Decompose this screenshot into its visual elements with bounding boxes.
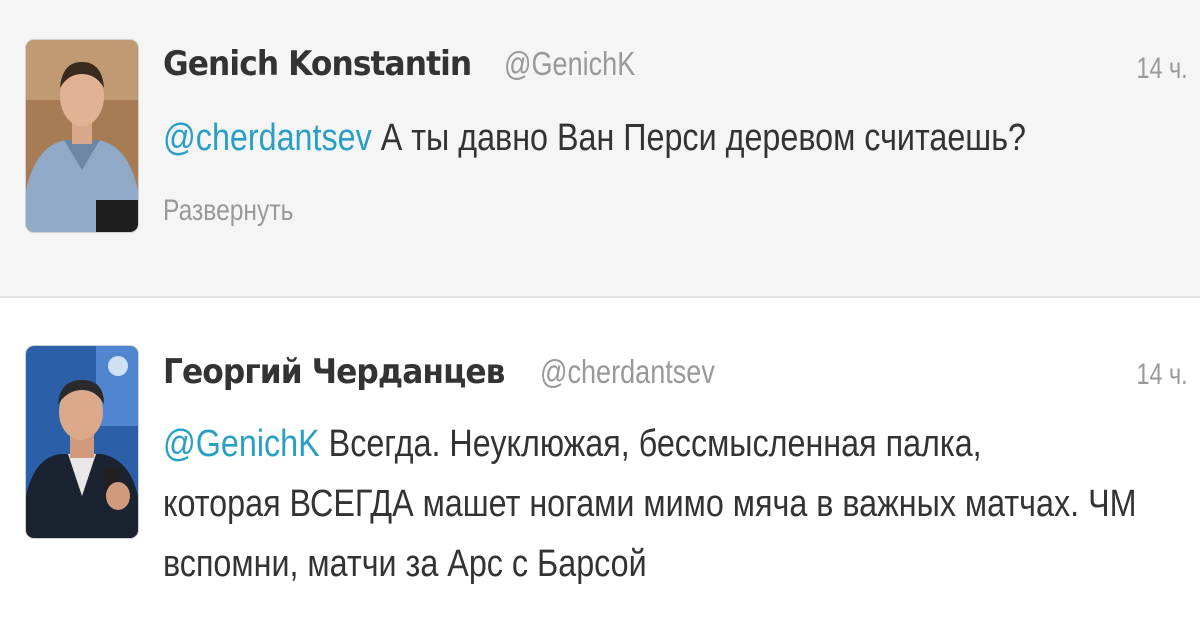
mention-link[interactable]: @cherdantsev <box>163 117 372 159</box>
timestamp[interactable]: 14 ч. <box>1137 52 1188 86</box>
author-handle[interactable]: @cherdantsev <box>540 353 715 391</box>
tweet-2[interactable]: Георгий Черданцев @cherdantsev 14 ч. @Gen… <box>0 298 1200 630</box>
tweet-text: @cherdantsev А ты давно Ван Перси дерево… <box>163 108 1034 168</box>
expand-link[interactable]: Развернуть <box>163 194 293 228</box>
mention-link[interactable]: @GenichK <box>163 423 320 465</box>
avatar[interactable] <box>26 346 138 538</box>
tweet-body: Всегда. Неуклюжая, бессмысленная палка, <box>319 423 982 465</box>
tweet-header: Георгий Черданцев @cherdantsev <box>163 352 754 392</box>
author-handle[interactable]: @GenichK <box>504 45 635 83</box>
tweet-line-3: вспомни, матчи за Арс с Барсой <box>163 543 647 585</box>
tweet-line-1: @GenichK Всегда. Неуклюжая, бессмысленна… <box>163 414 1034 474</box>
author-name[interactable]: Genich Konstantin <box>163 44 472 84</box>
tweet-line-2: которая ВСЕГДА машет ногами мимо мяча в … <box>163 483 1137 525</box>
tweet-header: Genich Konstantin @GenichK <box>163 44 664 84</box>
tweet-1[interactable]: Genich Konstantin @GenichK 14 ч. @cherdan… <box>0 0 1200 296</box>
avatar[interactable] <box>26 40 138 232</box>
tweet-text: @GenichK Всегда. Неуклюжая, бессмысленна… <box>163 414 1137 594</box>
timestamp[interactable]: 14 ч. <box>1137 358 1188 392</box>
tweet-body: А ты давно Ван Перси деревом считаешь? <box>371 117 1027 159</box>
author-name[interactable]: Георгий Черданцев <box>163 352 505 392</box>
